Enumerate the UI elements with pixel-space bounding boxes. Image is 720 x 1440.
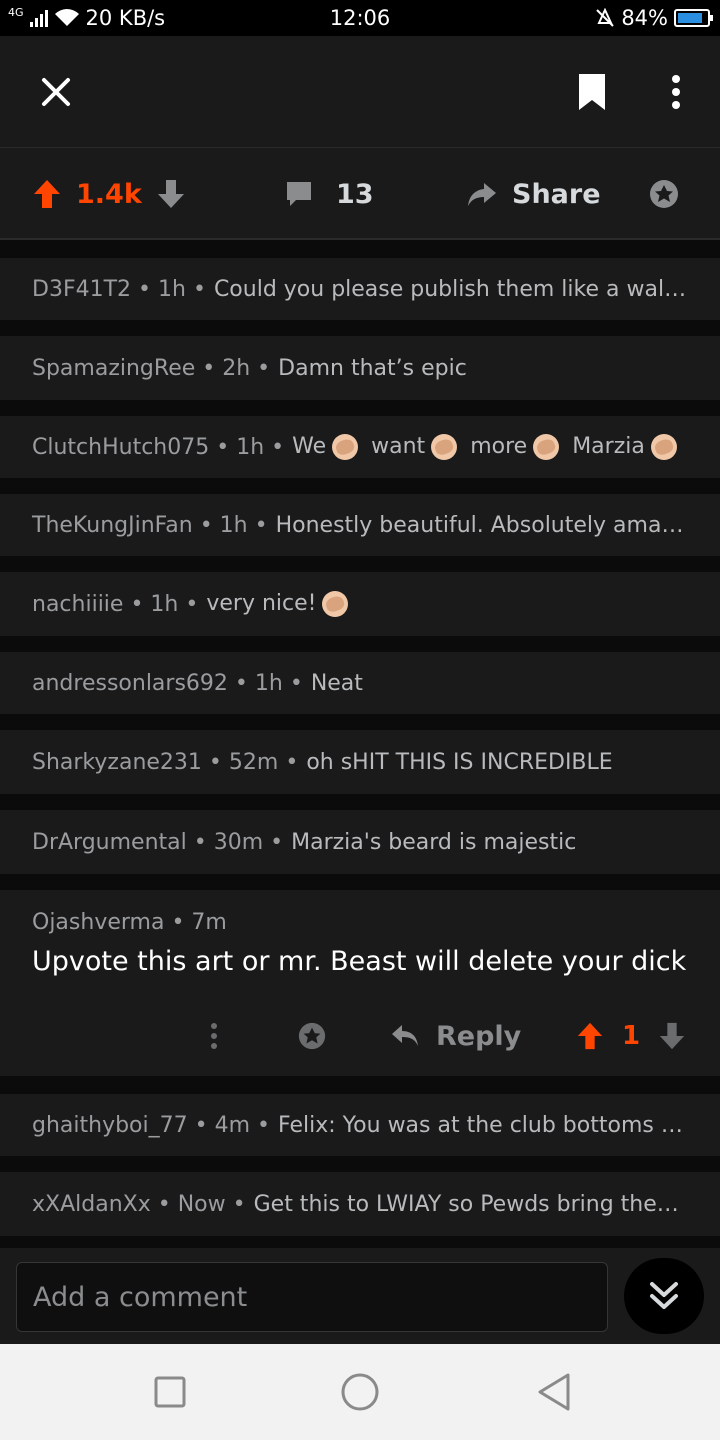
reply-icon (392, 1025, 418, 1046)
comment-row[interactable]: SpamazingRee • 2h • Damn that’s epic (0, 336, 720, 400)
comment-text: Neat (310, 670, 363, 696)
bookmark-button[interactable] (560, 64, 624, 120)
recents-button[interactable] (154, 1376, 186, 1408)
comment-time: 1h (254, 670, 283, 696)
comment-author: SpamazingRee (32, 355, 196, 381)
comment-body: Upvote this art or mr. Beast will delete… (32, 946, 687, 977)
comment-text: very nice! (206, 591, 354, 617)
upvote-icon[interactable] (32, 178, 62, 210)
downvote-icon[interactable] (658, 1021, 686, 1051)
comment-time: 4m (214, 1112, 251, 1138)
clapping-hands-icon (533, 434, 560, 460)
reply-label: Reply (436, 1020, 522, 1052)
post-action-bar: 1.4k 13 Share (0, 148, 720, 240)
award-icon (650, 180, 678, 208)
close-button[interactable] (24, 64, 88, 120)
comment-more-button[interactable] (196, 1008, 232, 1064)
comment-author: DrArgumental (32, 829, 187, 855)
system-navigation-bar (0, 1344, 720, 1440)
share-label: Share (512, 178, 601, 210)
comment-author: D3F41T2 (32, 276, 132, 302)
vote-count: 1.4k (76, 178, 142, 210)
comment-text: oh sHIT THIS IS INCREDIBLE (306, 749, 613, 775)
comment-row[interactable]: DrArgumental • 30m • Marzia's beard is m… (0, 810, 720, 874)
back-button[interactable] (536, 1372, 572, 1412)
share-icon (468, 183, 496, 206)
comment-text: Damn that’s epic (278, 355, 467, 381)
comment-time: 2h (222, 355, 251, 381)
post-header (0, 36, 720, 148)
comment-row[interactable]: D3F41T2 • 1h • Could you please publish … (0, 258, 720, 320)
comment-award-button[interactable] (292, 1008, 332, 1064)
comment-author: nachiiiie (32, 591, 124, 617)
status-bar: 4G 20 KB/s 12:06 84% (0, 0, 720, 36)
clapping-hands-icon (332, 434, 359, 460)
clock: 12:06 (329, 6, 391, 30)
comment-row[interactable]: Sharkyzane231 • 52m • oh sHIT THIS IS IN… (0, 730, 720, 794)
alarm-off-icon (596, 8, 615, 27)
comment-time: 1h (158, 276, 186, 302)
comment-author: TheKungJinFan (32, 512, 193, 538)
comment-row[interactable]: xXAldanXx • Now • Get this to LWIAY so P… (0, 1172, 720, 1236)
comment-row[interactable]: TheKungJinFan • 1h • Honestly beautiful.… (0, 494, 720, 556)
share-button[interactable]: Share (466, 148, 601, 240)
comment-time: 1h (150, 591, 179, 617)
clapping-hands-icon (431, 434, 458, 460)
comment-text: Honestly beautiful. Absolutely amazi... (275, 512, 688, 538)
comment-time: Now (177, 1191, 226, 1217)
comment-row[interactable]: ClutchHutch075 • 1h • We want more Marzi… (0, 416, 720, 478)
comment-author: ClutchHutch075 (32, 434, 210, 460)
add-comment-input[interactable]: Add a comment (16, 1262, 608, 1332)
comment-icon (287, 182, 311, 206)
comment-time: 1h (236, 434, 265, 460)
comment-author: xXAldanXx (32, 1191, 151, 1217)
clapping-hands-icon (322, 591, 349, 617)
award-button[interactable] (648, 148, 680, 240)
comment-text: Marzia's beard is majestic (291, 829, 577, 855)
comment-author: Sharkyzane231 (32, 749, 202, 775)
comment-text: Could you please publish them like a wal… (213, 276, 688, 302)
comment-row[interactable]: ghaithyboi_77 • 4m • Felix: You was at t… (0, 1094, 720, 1156)
double-chevron-down-icon (650, 1282, 678, 1309)
more-options-button[interactable] (648, 64, 704, 120)
bookmark-icon (579, 74, 605, 110)
clapping-hands-icon (650, 434, 677, 460)
comment-time: 30m (213, 829, 264, 855)
more-vertical-icon (211, 1023, 217, 1049)
comment-time: 7m (191, 910, 227, 935)
comment-author: andressonlars692 (32, 670, 228, 696)
jump-next-button[interactable] (624, 1258, 704, 1334)
comment-count: 13 (336, 178, 374, 210)
comment-text: We want more Marzia (292, 434, 683, 460)
comment-time: 52m (228, 749, 279, 775)
downvote-icon[interactable] (156, 178, 186, 210)
home-button[interactable] (340, 1372, 380, 1412)
add-comment-placeholder: Add a comment (33, 1281, 248, 1313)
comment-row[interactable]: andressonlars692 • 1h • Neat (0, 652, 720, 714)
battery-icon (674, 9, 713, 27)
close-icon (42, 78, 70, 106)
comment-author: ghaithyboi_77 (32, 1112, 188, 1138)
comment-author[interactable]: Ojashverma (32, 910, 164, 935)
award-icon (298, 1022, 326, 1050)
comment-time: 1h (219, 512, 248, 538)
upvote-icon[interactable] (576, 1021, 604, 1051)
comment-text: Get this to LWIAY so Pewds bring them ..… (253, 1191, 688, 1217)
reply-button[interactable]: Reply (390, 1008, 521, 1064)
comments-button[interactable]: 13 (284, 148, 374, 240)
expanded-comment: Ojashverma • 7m Upvote this art or mr. B… (0, 890, 720, 1076)
comment-vote-count: 1 (622, 1021, 641, 1051)
battery-percent: 84% (621, 6, 668, 30)
comment-composer: Add a comment (0, 1248, 720, 1344)
comment-row[interactable]: nachiiiie • 1h • very nice! (0, 572, 720, 636)
more-vertical-icon (672, 75, 680, 109)
comment-text: Felix: You was at the club bottoms up... (278, 1112, 688, 1138)
